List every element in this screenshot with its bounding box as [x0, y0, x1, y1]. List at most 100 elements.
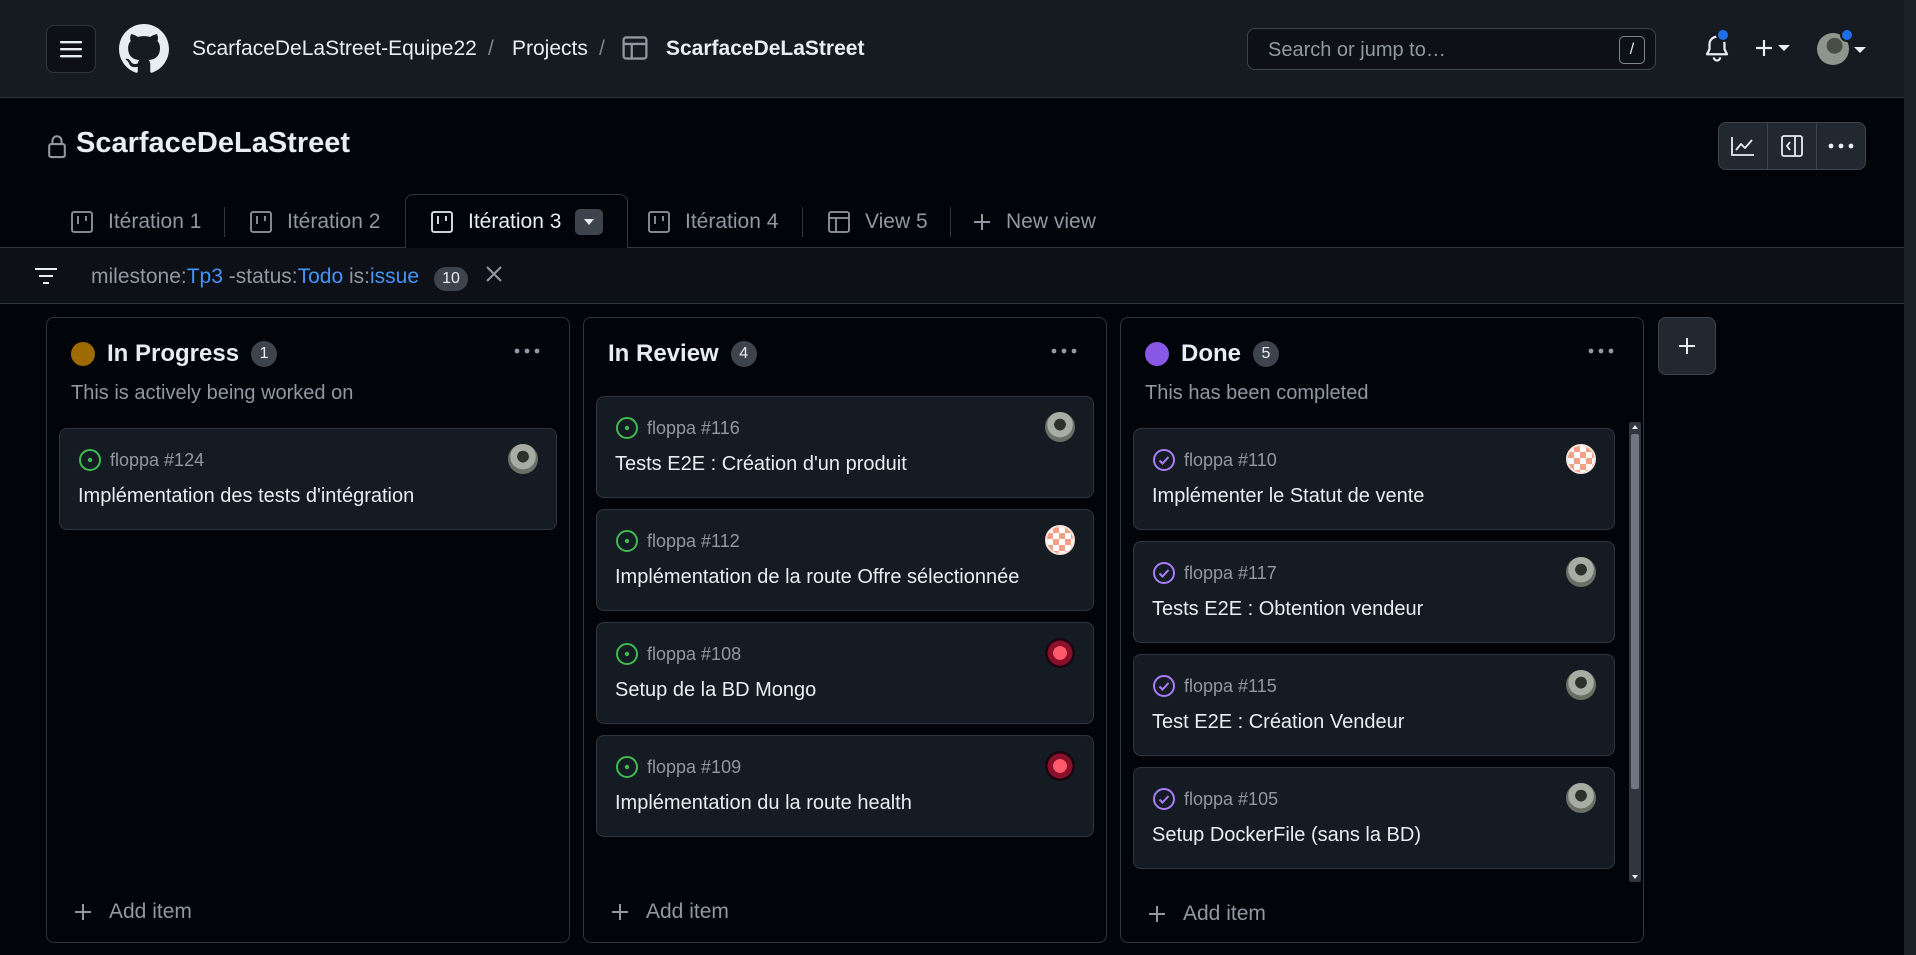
board-column: In Review 4 floppa #116 Tests E2E : Créatio… — [583, 317, 1107, 943]
status-color-dot — [71, 342, 95, 366]
issue-closed-icon — [1153, 562, 1175, 584]
issue-card[interactable]: floppa #124 Implémentation des tests d'in… — [59, 428, 557, 530]
tab-iteration-3[interactable]: Itération 3 — [405, 194, 629, 248]
breadcrumb-separator: / — [488, 37, 494, 60]
hamburger-menu-button[interactable] — [46, 25, 96, 73]
insights-button[interactable] — [1719, 123, 1768, 169]
add-item-label: Add item — [1183, 902, 1266, 925]
tab-iteration-2[interactable]: Itération 2 — [249, 200, 380, 244]
issue-reference: floppa #124 — [78, 448, 204, 472]
view-options-dropdown[interactable] — [575, 208, 604, 235]
board-column: Done 5 This has been completed floppa #110 I… — [1120, 317, 1644, 943]
tab-separator — [950, 207, 951, 237]
project-more-button[interactable] — [1817, 123, 1865, 169]
scroll-up-arrow[interactable] — [1632, 425, 1638, 429]
issue-number: floppa #105 — [1184, 788, 1279, 809]
tab-iteration-1[interactable]: Itération 1 — [70, 200, 201, 244]
issue-title-link[interactable]: Setup DockerFile (sans la BD) — [1152, 824, 1421, 847]
issue-title-link[interactable]: Implémentation des tests d'intégration — [78, 485, 414, 508]
tab-separator — [224, 207, 225, 237]
issue-card[interactable]: floppa #105 Setup DockerFile (sans la BD) — [1133, 767, 1615, 869]
project-actions-group — [1718, 122, 1866, 170]
filter-key: -status: — [222, 265, 298, 288]
add-item-button[interactable]: Add item — [1147, 902, 1266, 926]
assignee-avatar[interactable] — [1045, 412, 1075, 442]
status-color-dot — [1145, 342, 1169, 366]
column-menu-button[interactable] — [1046, 338, 1082, 364]
issue-title-link[interactable]: Test E2E : Création Vendeur — [1152, 711, 1404, 734]
assignee-avatar[interactable] — [1045, 525, 1075, 555]
assignee-avatar[interactable] — [1566, 557, 1596, 587]
column-header: Done 5 — [1145, 340, 1279, 368]
filter-query-input[interactable]: milestone:Tp3 -status:Todo is:issue — [91, 265, 419, 289]
add-item-label: Add item — [109, 900, 192, 923]
global-header: ScarfaceDeLaStreet-Equipe22 / Projects /… — [0, 0, 1916, 98]
issue-title-link[interactable]: Implémenter le Statut de vente — [1152, 485, 1424, 508]
issue-card[interactable]: floppa #112 Implémentation de la route Of… — [596, 509, 1094, 611]
column-menu-button[interactable] — [1583, 338, 1619, 364]
issue-reference: floppa #117 — [1152, 561, 1277, 585]
tab-view-5[interactable]: View 5 — [827, 200, 928, 244]
assignee-avatar[interactable] — [508, 444, 538, 474]
issue-title-link[interactable]: Implémentation de la route Offre sélecti… — [615, 566, 1019, 589]
assignee-avatar[interactable] — [1566, 783, 1596, 813]
new-view-button[interactable]: New view — [972, 200, 1096, 244]
breadcrumb-org[interactable]: ScarfaceDeLaStreet-Equipe22 — [192, 37, 477, 61]
issue-card[interactable]: floppa #110 Implémenter le Statut de vent… — [1133, 428, 1615, 530]
filter-icon[interactable] — [33, 265, 59, 287]
breadcrumb-projects[interactable]: Projects — [512, 37, 588, 61]
assignee-avatar[interactable] — [1566, 444, 1596, 474]
clear-filter-icon[interactable] — [483, 263, 505, 285]
filter-value: issue — [370, 265, 420, 288]
issue-number: floppa #115 — [1184, 675, 1277, 696]
scroll-down-arrow[interactable] — [1632, 875, 1638, 879]
breadcrumb-project[interactable]: ScarfaceDeLaStreet — [666, 37, 864, 61]
table-icon — [622, 36, 648, 60]
column-title: In Progress — [107, 340, 240, 367]
issue-number: floppa #110 — [1184, 449, 1277, 470]
issue-title-link[interactable]: Tests E2E : Obtention vendeur — [1152, 598, 1423, 621]
filter-key: is: — [343, 265, 370, 288]
page-scrollbar[interactable] — [1904, 0, 1916, 955]
issue-card[interactable]: floppa #109 Implémentation du la route he… — [596, 735, 1094, 837]
issue-title-link[interactable]: Setup de la BD Mongo — [615, 679, 816, 702]
board-icon — [250, 211, 272, 233]
column-menu-button[interactable] — [509, 338, 545, 364]
issue-number: floppa #108 — [647, 643, 742, 664]
column-header: In Review 4 — [608, 340, 757, 368]
assignee-avatar[interactable] — [1045, 638, 1075, 668]
add-item-button[interactable]: Add item — [73, 900, 192, 924]
issue-number: floppa #109 — [647, 756, 742, 777]
avatar-status-dot — [1840, 28, 1854, 42]
scrollbar-thumb[interactable] — [1631, 434, 1639, 789]
add-item-button[interactable]: Add item — [610, 900, 729, 924]
issue-title-link[interactable]: Implémentation du la route health — [615, 792, 912, 815]
project-details-button[interactable] — [1768, 123, 1817, 169]
plus-icon — [612, 904, 628, 920]
search-input[interactable]: Search or jump to… / — [1247, 28, 1656, 70]
issue-opened-icon — [616, 417, 638, 439]
issue-closed-icon — [1153, 675, 1175, 697]
issue-card[interactable]: floppa #108 Setup de la BD Mongo — [596, 622, 1094, 724]
menu-icon — [60, 41, 82, 58]
sidebar-panel-icon — [1781, 135, 1803, 157]
add-column-button[interactable] — [1658, 317, 1716, 375]
issue-card[interactable]: floppa #117 Tests E2E : Obtention vendeur — [1133, 541, 1615, 643]
project-title: ScarfaceDeLaStreet — [76, 127, 351, 159]
plus-icon — [1149, 906, 1165, 922]
issue-closed-icon — [1153, 788, 1175, 810]
issue-title-link[interactable]: Tests E2E : Création d'un produit — [615, 453, 907, 476]
assignee-avatar[interactable] — [1045, 751, 1075, 781]
issue-card[interactable]: floppa #115 Test E2E : Création Vendeur — [1133, 654, 1615, 756]
issue-card[interactable]: floppa #116 Tests E2E : Création d'un pro… — [596, 396, 1094, 498]
tab-iteration-4[interactable]: Itération 4 — [647, 200, 778, 244]
github-logo-icon[interactable] — [119, 24, 169, 74]
table-icon — [828, 211, 850, 233]
chevron-down-icon[interactable] — [1854, 47, 1866, 53]
issue-reference: floppa #115 — [1152, 674, 1277, 698]
create-new-button[interactable] — [1748, 28, 1796, 68]
issue-opened-icon — [616, 643, 638, 665]
column-scrollbar[interactable] — [1629, 422, 1641, 882]
column-item-count: 5 — [1253, 341, 1279, 367]
assignee-avatar[interactable] — [1566, 670, 1596, 700]
